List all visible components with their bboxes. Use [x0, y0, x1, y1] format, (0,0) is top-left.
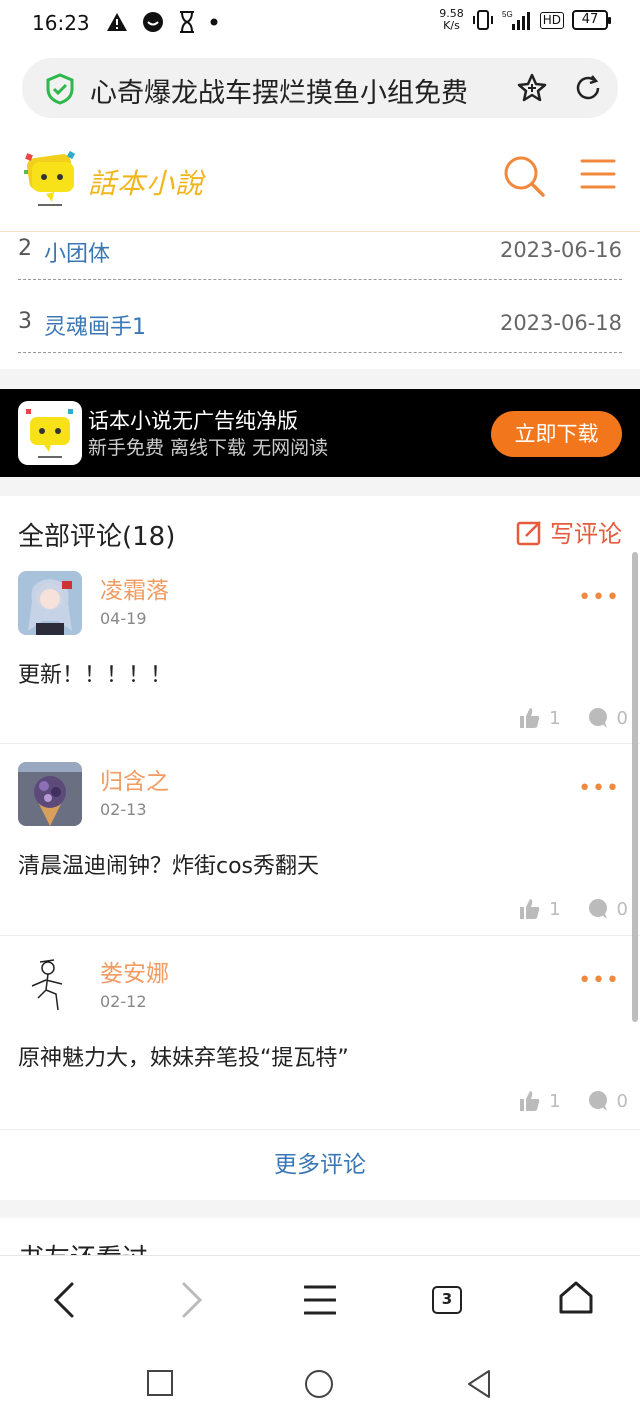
chapter-date: 2023-06-18: [499, 311, 622, 335]
reload-icon[interactable]: [572, 72, 604, 104]
address-field[interactable]: 心奇爆龙战车摆烂摸鱼小组免费: [22, 58, 618, 118]
comment-item: 归含之 02-13 ••• 清晨温迪闹钟？炸街cos秀翻天 1 0: [0, 762, 640, 936]
like-count: 1: [549, 1090, 561, 1112]
system-nav-bar: [0, 1345, 640, 1427]
also-read-section: 书友还看过: [0, 1218, 640, 1258]
avatar[interactable]: [18, 762, 82, 826]
chapter-item[interactable]: 3 灵魂画手1 2023-06-18: [18, 305, 622, 353]
hourglass-icon: [180, 11, 194, 33]
reply-bubble-icon[interactable]: [587, 707, 609, 729]
comment-item: 凌霜落 04-19 ••• 更新！！！！！ 1 0: [0, 571, 640, 744]
comment-actions: 1 0: [519, 1090, 628, 1112]
recents-icon[interactable]: [146, 1369, 174, 1397]
comment-actions: 1 0: [519, 707, 628, 729]
thumbs-up-icon[interactable]: [519, 1090, 541, 1112]
thumbs-up-icon[interactable]: [519, 707, 541, 729]
site-header: 話本小說: [0, 132, 640, 232]
menu-icon[interactable]: [580, 158, 616, 190]
reply-count: 0: [616, 707, 628, 729]
avatar[interactable]: [18, 954, 82, 1018]
chapter-title[interactable]: 灵魂画手1: [44, 309, 146, 341]
chapter-title[interactable]: 小团体: [44, 236, 110, 268]
comment-date: 04-19: [100, 609, 147, 628]
browser-url-bar: 心奇爆龙战车摆烂摸鱼小组免费: [0, 48, 640, 132]
like-count: 1: [549, 898, 561, 920]
chapter-item[interactable]: 2 小团体 2023-06-16: [18, 232, 622, 280]
more-comments-link[interactable]: 更多评论: [0, 1130, 640, 1200]
comment-text: 更新！！！！！: [18, 663, 173, 688]
chat-bubble-icon: [143, 12, 163, 32]
comment-item: 娄安娜 02-12 ••• 原神魅力大，妹妹弃笔投“提瓦特” 1 0: [0, 954, 640, 1130]
search-icon[interactable]: [502, 154, 546, 198]
hd-badge: HD: [539, 11, 564, 29]
signal-icon: 5G: [502, 10, 530, 30]
tabs-button[interactable]: 3: [432, 1286, 462, 1314]
comments-section: 全部评论(18) 写评论 凌霜落 04-19 ••• 更新！！！！！ 1 0 归…: [0, 496, 640, 1200]
network-speed: 9.58 K/s: [439, 7, 464, 32]
menu-lines-icon[interactable]: [304, 1284, 336, 1316]
app-icon: [18, 401, 82, 465]
warning-icon: [107, 13, 127, 31]
write-comment-button[interactable]: 写评论: [516, 514, 622, 549]
chapter-number: 2: [18, 236, 32, 261]
app-download-banner[interactable]: 话本小说无广告纯净版 新手免费 离线下载 无网阅读 立即下载: [0, 389, 640, 477]
app-logo-icon: [26, 409, 73, 458]
avatar[interactable]: [18, 571, 82, 635]
thumbs-up-icon[interactable]: [519, 898, 541, 920]
page-scrollbar[interactable]: [632, 552, 638, 1022]
comment-username[interactable]: 归含之: [100, 762, 169, 796]
network-type: 5G: [502, 10, 513, 19]
star-icon[interactable]: [516, 72, 548, 104]
home-icon[interactable]: [558, 1280, 594, 1316]
comment-text: 清晨温迪闹钟？炸街cos秀翻天: [18, 854, 320, 879]
comments-title: 全部评论(18): [18, 522, 176, 552]
reply-count: 0: [616, 898, 628, 920]
status-time: 16:23: [32, 11, 90, 35]
dot-icon: [210, 18, 218, 26]
reply-bubble-icon[interactable]: [587, 1090, 609, 1112]
like-count: 1: [549, 707, 561, 729]
more-options-icon[interactable]: •••: [578, 968, 620, 993]
download-now-button[interactable]: 立即下载: [491, 411, 622, 457]
chapter-list: 2 小团体 2023-06-16 3 灵魂画手1 2023-06-18: [0, 232, 640, 369]
edit-icon: [516, 520, 541, 545]
back-triangle-icon[interactable]: [466, 1369, 492, 1399]
banner-title: 话本小说无广告纯净版: [88, 409, 298, 433]
url-text[interactable]: 心奇爆龙战车摆烂摸鱼小组免费: [90, 71, 500, 110]
status-bar: 16:23 9.58 K/s 5G HD 47: [0, 0, 640, 48]
reply-count: 0: [616, 1090, 628, 1112]
comment-date: 02-12: [100, 992, 147, 1011]
vibrate-icon: [472, 10, 493, 30]
more-options-icon[interactable]: •••: [578, 776, 620, 801]
home-circle-icon[interactable]: [304, 1369, 334, 1399]
reply-bubble-icon[interactable]: [587, 898, 609, 920]
site-logo-icon[interactable]: [22, 150, 82, 210]
chapter-number: 3: [18, 309, 32, 334]
comment-username[interactable]: 凌霜落: [100, 571, 169, 605]
battery-indicator: 47: [572, 10, 611, 30]
write-comment-label: 写评论: [550, 520, 622, 548]
chapter-date: 2023-06-16: [499, 238, 622, 262]
back-icon[interactable]: [50, 1280, 78, 1320]
comment-actions: 1 0: [519, 898, 628, 920]
comment-date: 02-13: [100, 800, 147, 819]
more-options-icon[interactable]: •••: [578, 585, 620, 610]
browser-toolbar: 3: [0, 1255, 640, 1345]
shield-check-icon: [46, 73, 74, 105]
comment-username[interactable]: 娄安娜: [100, 954, 169, 988]
comment-text: 原神魅力大，妹妹弃笔投“提瓦特”: [18, 1046, 349, 1071]
forward-icon[interactable]: [178, 1280, 206, 1320]
banner-subtitle: 新手免费 离线下载 无网阅读: [88, 437, 329, 459]
site-logo-text[interactable]: 話本小說: [88, 162, 204, 202]
